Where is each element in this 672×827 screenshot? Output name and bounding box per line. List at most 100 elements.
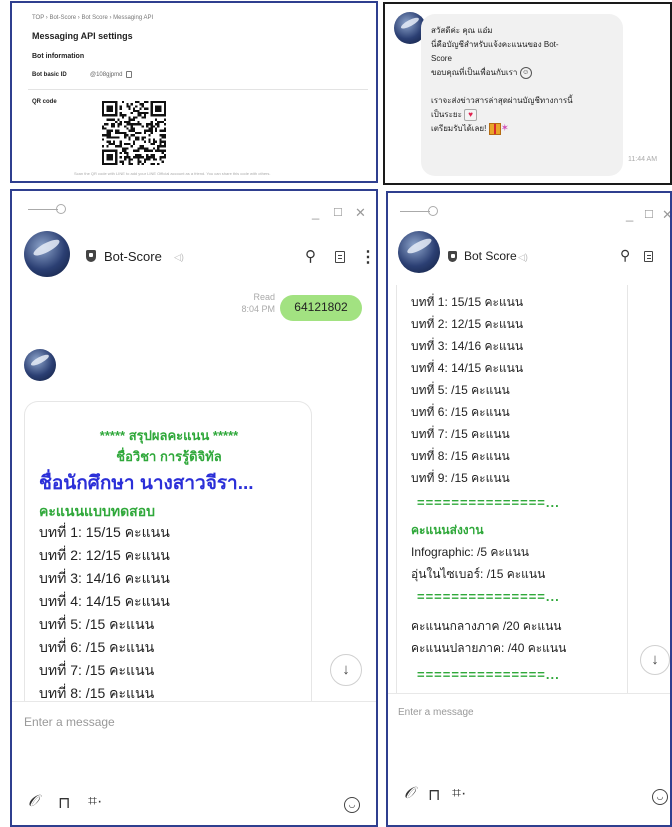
greeting-line: เตรียมรับได้เลย! [431, 124, 487, 134]
heart-emoji-icon: ♥ [464, 108, 478, 121]
scroll-down-button[interactable]: ↓ [330, 654, 362, 686]
sent-message-bubble[interactable]: 64121802 [280, 295, 362, 321]
score-line: บทที่ 1: 15/15 คะแนน [411, 295, 524, 309]
score-line: บทที่ 2: 12/15 คะแนน [39, 547, 170, 563]
gift-emoji-icon [488, 123, 501, 135]
greeting-line: Score [431, 54, 452, 63]
bot-avatar[interactable] [398, 231, 440, 273]
minimize-button[interactable]: _ [312, 205, 319, 220]
close-button[interactable]: ✕ [662, 207, 670, 223]
search-icon[interactable]: ⚲ [620, 247, 630, 264]
divider-line: ===============... [417, 667, 560, 682]
divider [28, 89, 368, 90]
wink-emoji-icon: ☺ [519, 66, 532, 79]
maximize-button[interactable]: ☐ [333, 206, 343, 219]
more-menu-icon[interactable]: ⋮ [664, 247, 670, 267]
more-menu-icon[interactable]: ⋮ [360, 247, 376, 267]
greeting-line: ขอบคุณที่เป็นเพื่อนกับเรา [431, 68, 518, 77]
bot-avatar[interactable] [24, 231, 70, 277]
score-line: บทที่ 7: /15 คะแนน [39, 662, 155, 678]
line-logo-icon [28, 203, 68, 215]
greeting-line-row: เตรียมรับได้เลย! ✶ [431, 122, 613, 136]
official-shield-icon [448, 251, 457, 262]
chat-title[interactable]: Bot Score [464, 249, 517, 263]
bookmark-icon[interactable]: ⊓ [58, 793, 70, 813]
score-line: บทที่ 8: /15 คะแนน [39, 685, 155, 701]
official-shield-icon [86, 250, 96, 262]
student-name: ชื่อนักศึกษา นางสาวจีรา... [39, 473, 254, 494]
line-logo-icon [400, 205, 440, 217]
assignment-line: Infographic: /5 คะแนน [411, 545, 529, 559]
assignment-header: คะแนนส่งงาน [411, 523, 484, 537]
exam-line: คะแนนกลางภาค /20 คะแนน [411, 619, 562, 633]
bot-id-value: @108gjpmd [90, 72, 123, 78]
chat-title[interactable]: Bot-Score [104, 249, 162, 264]
test-score-header: คะแนนแบบทดสอบ [39, 503, 156, 519]
close-button[interactable]: ✕ [355, 205, 366, 221]
line-console-panel: TOP › Bot-Score › Bot Score › Messaging … [10, 1, 378, 183]
score-line: บทที่ 4: 14/15 คะแนน [411, 361, 524, 375]
scroll-down-button[interactable]: ↓ [640, 645, 670, 675]
score-line: บทที่ 1: 15/15 คะแนน [39, 524, 170, 540]
composer-divider [12, 701, 376, 702]
emoji-icon[interactable]: ◡ [344, 797, 360, 813]
screenshot-icon[interactable]: ⌗· [88, 793, 102, 811]
maximize-button[interactable]: ☐ [644, 208, 654, 221]
score-line: บทที่ 5: /15 คะแนน [39, 616, 155, 632]
chat-window-right: _ ☐ ✕ Bot Score ◁) ⚲ ⋮ บทที่ 1: 15/15 คะ… [386, 191, 672, 827]
speaker-icon: ◁) [518, 252, 528, 262]
sent-time: 8:04 PM [241, 304, 275, 314]
composer-divider [388, 693, 670, 694]
score-line: บทที่ 4: 14/15 คะแนน [39, 593, 170, 609]
notes-icon[interactable] [335, 251, 345, 263]
score-line: บทที่ 6: /15 คะแนน [411, 405, 510, 419]
search-icon[interactable]: ⚲ [305, 247, 316, 265]
greeting-line [431, 80, 613, 94]
greeting-line: เราจะส่งข่าวสารล่าสุดผ่านบัญชีทางการนี้ [431, 96, 573, 105]
read-label: Read [253, 292, 275, 302]
page-title: Messaging API settings [32, 31, 133, 41]
qr-label: QR code [32, 99, 57, 105]
message-input[interactable] [398, 703, 648, 721]
attach-icon[interactable]: 𝒪 [28, 793, 38, 811]
greeting-line-row: ขอบคุณที่เป็นเพื่อนกับเรา ☺ [431, 66, 613, 80]
assignment-line: อุ่นในไซเบอร์: /15 คะแนน [411, 567, 546, 581]
bot-id-label: Bot basic ID [32, 72, 67, 78]
minimize-button[interactable]: _ [626, 207, 633, 222]
exam-line: คะแนนปลายภาค: /40 คะแนน [411, 641, 567, 655]
copy-icon[interactable] [126, 71, 132, 78]
score-summary-card: ***** สรุปผลคะแนน ***** ชื่อวิชา การรู้ด… [24, 401, 312, 701]
chat-window-left: _ ☐ ✕ Bot-Score ◁) ⚲ ⋮ Read 8:04 PM 6412… [10, 189, 378, 827]
speaker-icon: ◁) [174, 252, 184, 262]
read-receipt: Read 8:04 PM [210, 291, 275, 315]
summary-title: ***** สรุปผลคะแนน ***** [99, 428, 239, 443]
bot-avatar-small[interactable] [24, 349, 56, 381]
attach-icon[interactable]: 𝒪 [404, 785, 414, 803]
score-line: บทที่ 5: /15 คะแนน [411, 383, 510, 397]
greeting-line: เป็นระยะ [431, 110, 462, 119]
score-detail-card: บทที่ 1: 15/15 คะแนน บทที่ 2: 12/15 คะแน… [396, 285, 628, 693]
notes-icon[interactable] [644, 251, 653, 262]
divider-line: ===============... [417, 495, 560, 510]
screenshot-icon[interactable]: ⌗· [452, 785, 466, 803]
score-line: บทที่ 6: /15 คะแนน [39, 639, 155, 655]
score-line: บทที่ 7: /15 คะแนน [411, 427, 510, 441]
greeting-line: สวัสดีค่ะ คุณ แอ๋ม [431, 26, 493, 35]
score-line: บทที่ 3: 14/16 คะแนน [39, 570, 170, 586]
greeting-line-row: เป็นระยะ ♥ [431, 108, 613, 122]
emoji-icon[interactable]: ◡ [652, 789, 668, 805]
score-line: บทที่ 2: 12/15 คะแนน [411, 317, 524, 331]
bookmark-icon[interactable]: ⊓ [428, 785, 440, 805]
score-line: บทที่ 9: /15 คะแนน [411, 471, 510, 485]
score-line: บทที่ 8: /15 คะแนน [411, 449, 510, 463]
greeting-panel: สวัสดีค่ะ คุณ แอ๋ม นี่คือบัญชีสำหรับแจ้ง… [383, 2, 672, 185]
subject-name: ชื่อวิชา การรู้ดิจิทัล [116, 449, 222, 464]
qr-code-image [102, 101, 166, 165]
divider-line: ===============... [417, 589, 560, 604]
message-input[interactable] [24, 712, 354, 732]
greeting-line: นี่คือบัญชีสำหรับแจ้งคะแนนของ Bot- [431, 40, 559, 49]
sparkle-emoji-icon: ✶ [500, 123, 509, 134]
breadcrumb[interactable]: TOP › Bot-Score › Bot Score › Messaging … [32, 15, 153, 21]
message-time: 11:44 AM [628, 156, 658, 163]
greeting-bubble: สวัสดีค่ะ คุณ แอ๋ม นี่คือบัญชีสำหรับแจ้ง… [421, 14, 623, 176]
